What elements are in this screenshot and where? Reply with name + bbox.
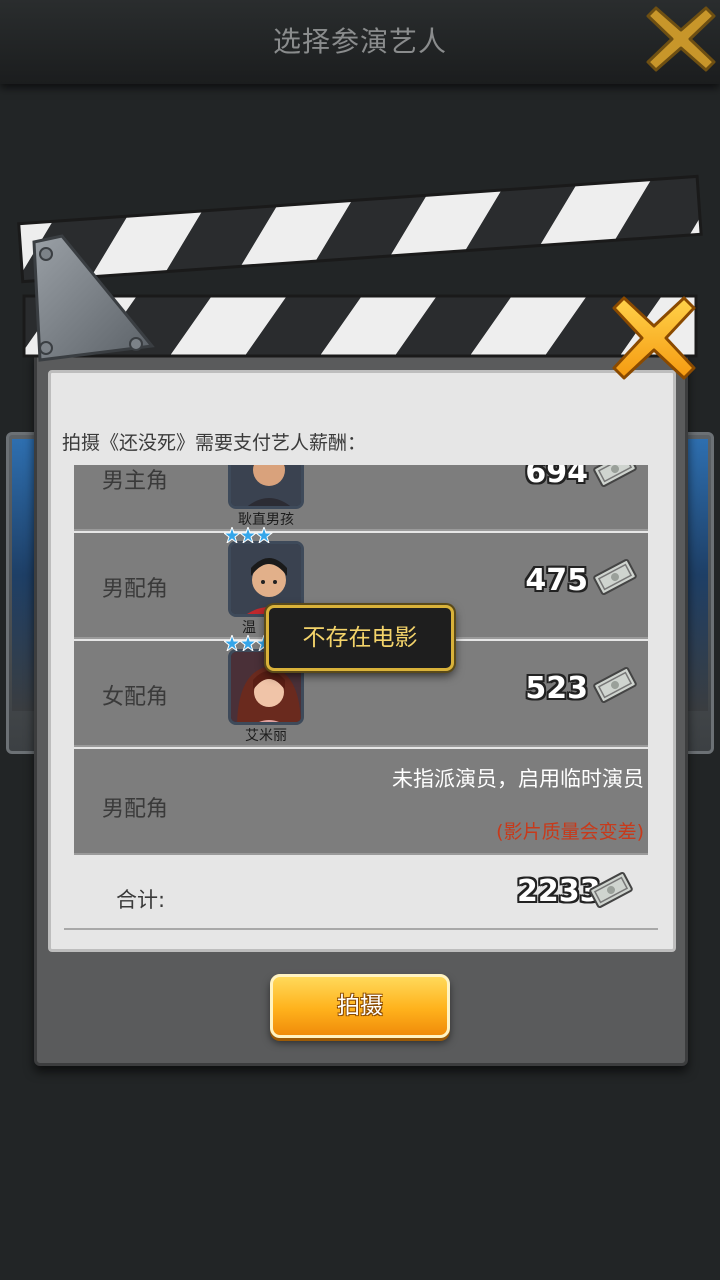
quality-warning: (影片质量会变差) [496, 821, 644, 843]
fee-value: 694 [525, 465, 588, 490]
list-item[interactable]: 男主角 耿直男孩 694 [74, 465, 648, 531]
total-label: 合计: [116, 888, 166, 912]
role-label: 男主角 [102, 469, 169, 494]
list-item[interactable]: 男配角 未指派演员，启用临时演员 (影片质量会变差) [74, 749, 648, 855]
error-toast: 不存在电影 [266, 605, 454, 671]
divider [64, 928, 658, 930]
money-icon [592, 557, 638, 601]
close-icon[interactable] [610, 290, 698, 386]
actor-name: 耿直男孩 [238, 512, 294, 528]
money-icon [588, 870, 634, 914]
actor-name: 艾米丽 [245, 728, 287, 744]
placeholder-text: 未指派演员，启用临时演员 [392, 767, 644, 791]
role-label: 女配角 [102, 685, 169, 710]
page-title: 选择参演艺人 [272, 25, 447, 58]
top-bar: 选择参演艺人 [0, 0, 720, 84]
fee-value: 523 [525, 671, 588, 706]
intro-text: 拍摄《还没死》需要支付艺人薪酬： [62, 432, 367, 454]
fee-value: 475 [525, 563, 588, 598]
role-label: 男配角 [102, 577, 169, 602]
money-icon [592, 665, 638, 709]
shoot-button[interactable]: 拍摄 [270, 974, 450, 1038]
close-icon[interactable] [644, 2, 718, 76]
money-icon [592, 465, 638, 493]
star-icon [222, 525, 274, 547]
avatar[interactable] [228, 465, 304, 509]
role-label: 男配角 [102, 797, 169, 822]
